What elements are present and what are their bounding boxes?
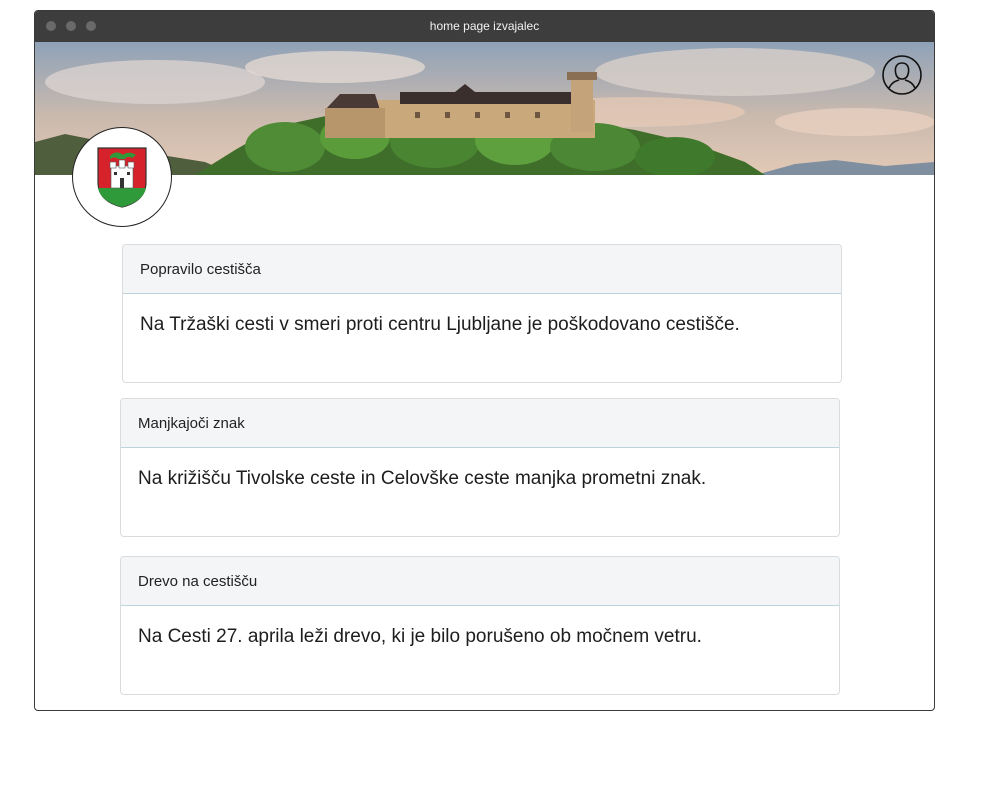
report-card-3[interactable]: Drevo na cestišču Na Cesti 27. aprila le…	[120, 556, 840, 695]
report-title: Popravilo cestišča	[123, 245, 841, 294]
report-description: Na križišču Tivolske ceste in Celovške c…	[138, 468, 707, 489]
report-title: Manjkajoči znak	[121, 399, 839, 448]
minimize-window-dot-icon[interactable]	[66, 21, 76, 31]
window-title: home page izvajalec	[429, 19, 540, 33]
user-profile-icon	[882, 55, 922, 95]
maximize-window-dot-icon[interactable]	[86, 21, 96, 31]
header-banner-image	[35, 42, 934, 175]
report-card-1[interactable]: Popravilo cestišča Na Tržaški cesti v sm…	[122, 244, 842, 383]
castle-landscape-image	[35, 42, 934, 175]
user-profile-button[interactable]	[882, 55, 922, 95]
report-title: Drevo na cestišču	[121, 557, 839, 606]
report-description: Na Cesti 27. aprila leži drevo, ki je bi…	[138, 626, 702, 647]
title-bar: home page izvajalec	[35, 11, 934, 42]
report-description: Na Tržaški cesti v smeri proti centru Lj…	[140, 314, 740, 335]
report-card-2[interactable]: Manjkajoči znak Na križišču Tivolske ces…	[120, 398, 840, 537]
city-logo	[72, 127, 172, 227]
close-window-dot-icon[interactable]	[46, 21, 56, 31]
ljubljana-coat-of-arms-icon	[97, 147, 147, 208]
